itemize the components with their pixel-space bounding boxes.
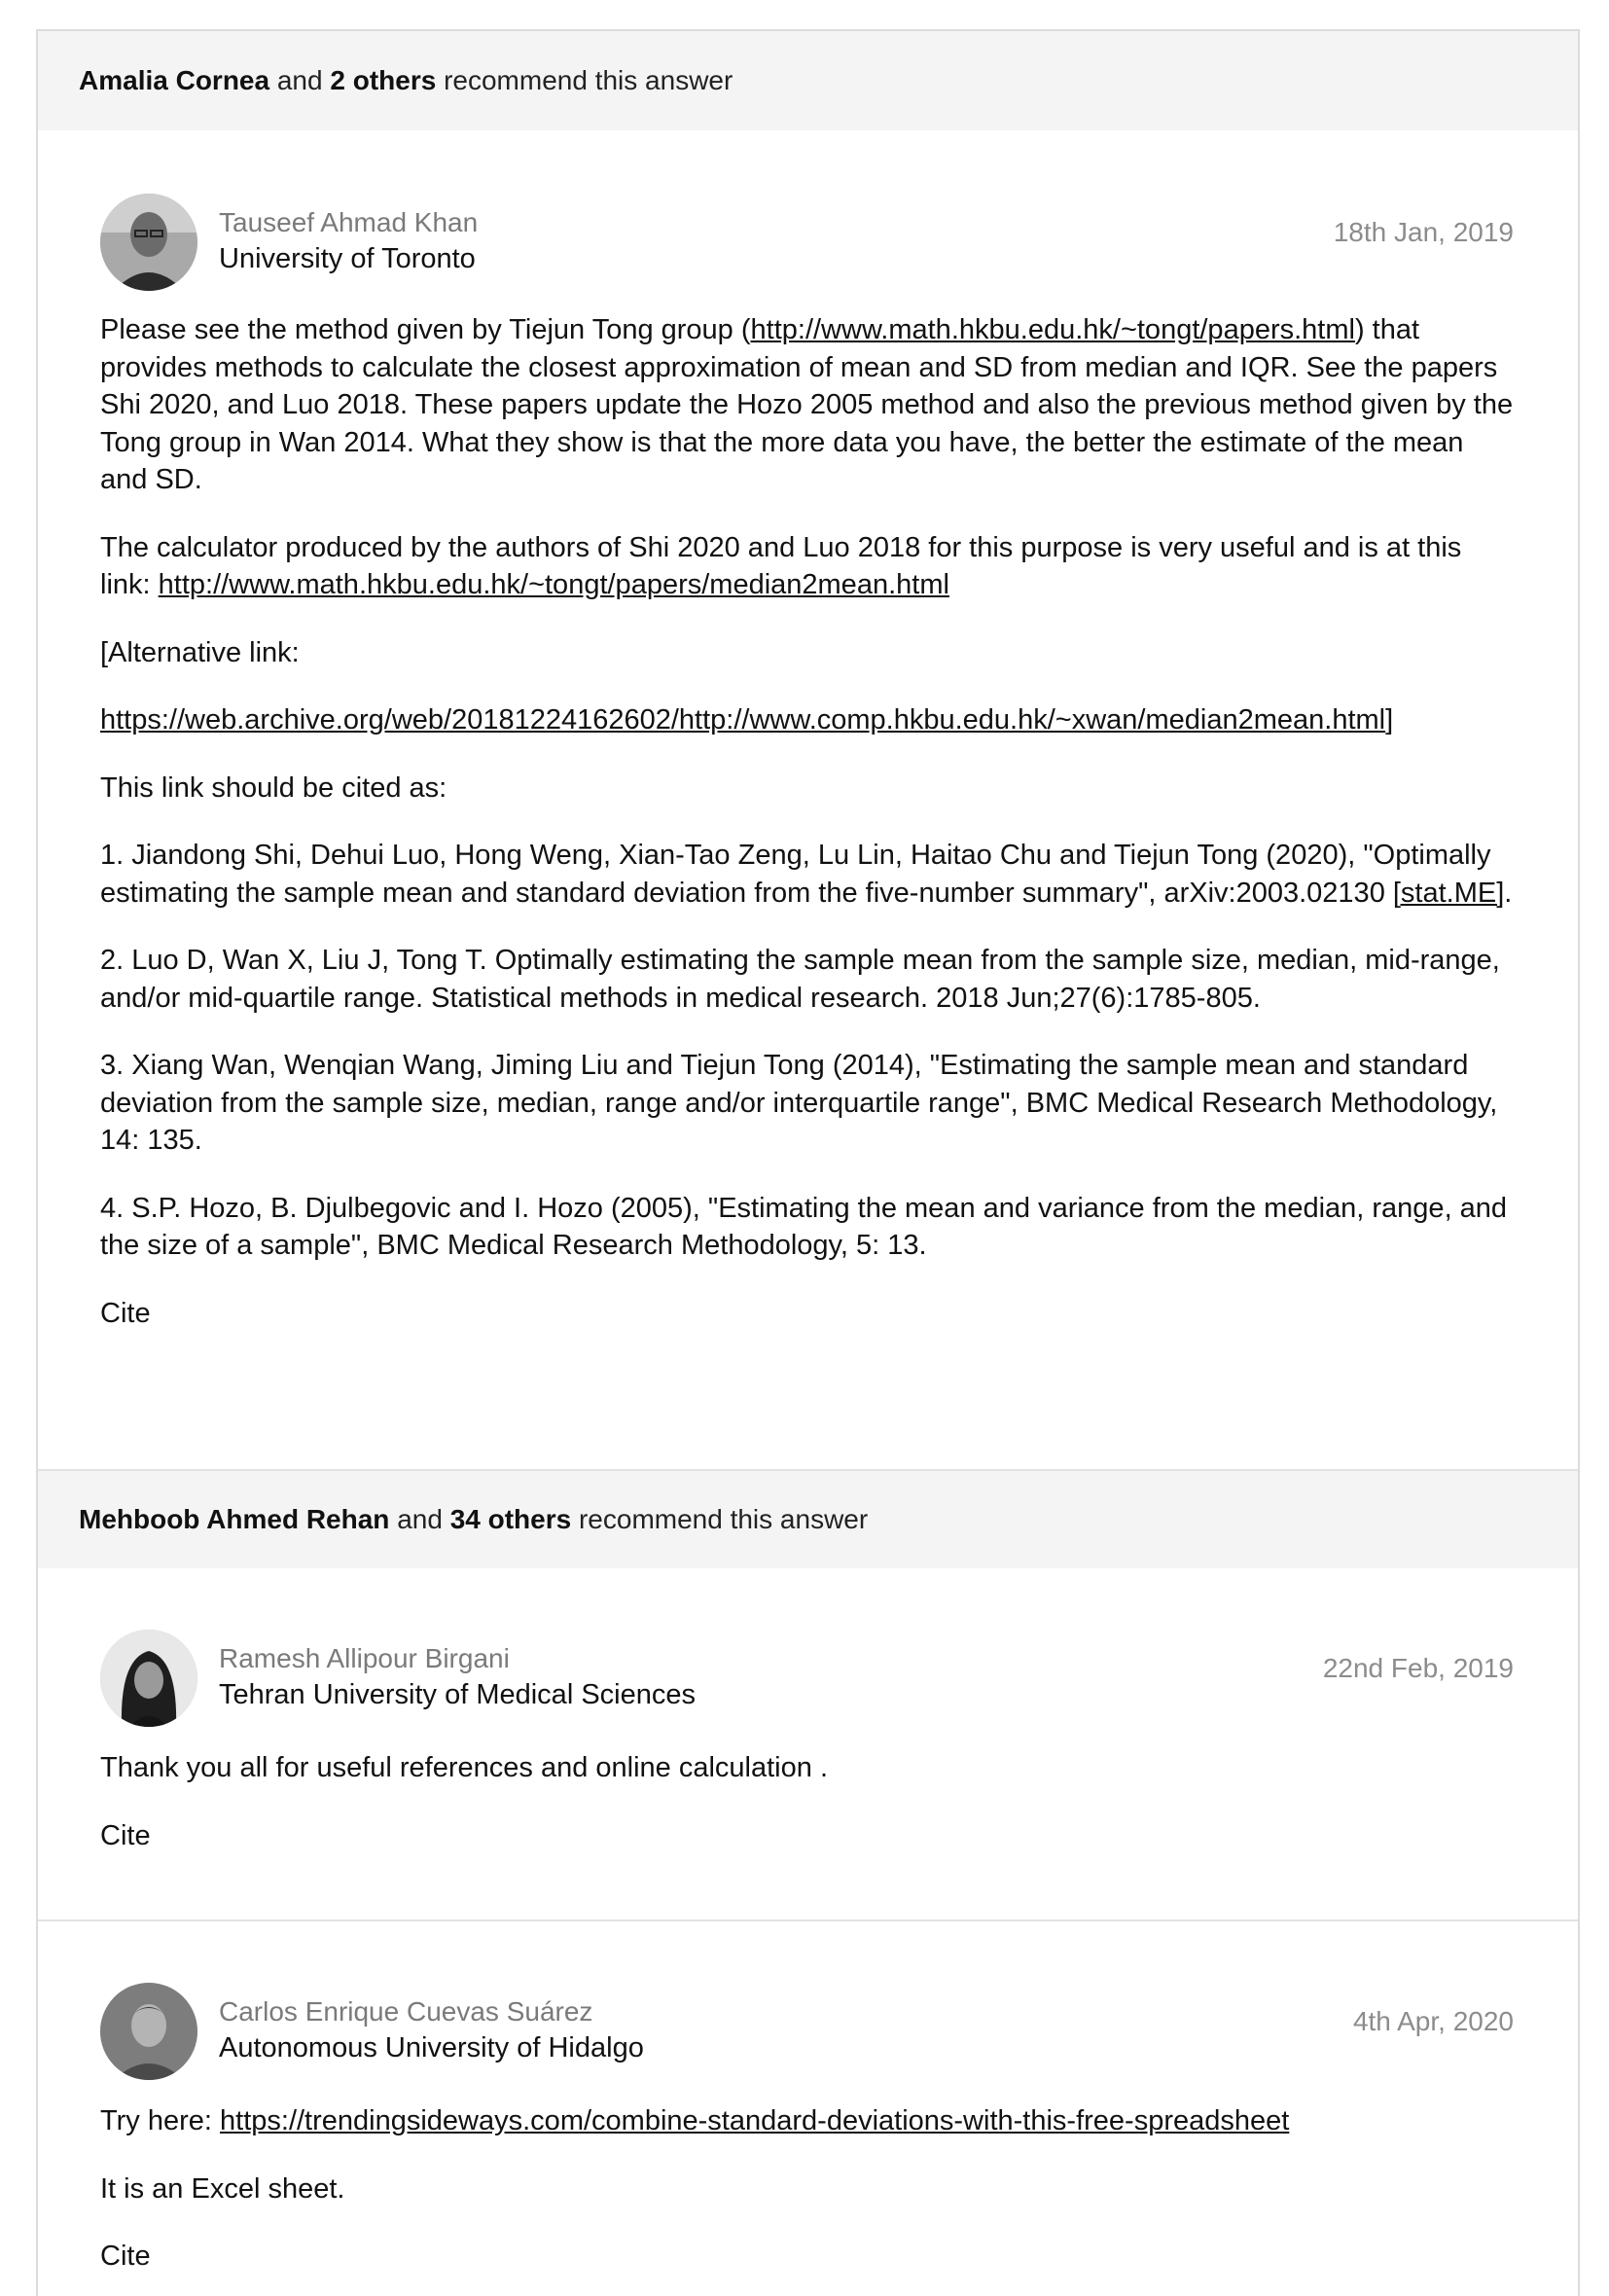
answer-body: Thank you all for useful references and … bbox=[100, 1749, 1514, 1854]
reference-item: 1. Jiandong Shi, Dehui Luo, Hong Weng, X… bbox=[100, 837, 1514, 912]
reference-item: 2. Luo D, Wan X, Liu J, Tong T. Optimall… bbox=[100, 945, 1500, 1014]
recommend-suffix: recommend this answer bbox=[444, 65, 733, 95]
answer-item: Ramesh Allipour Birgani Tehran Universit… bbox=[38, 1568, 1578, 1919]
author-institution[interactable]: University of Toronto bbox=[219, 240, 478, 277]
avatar[interactable] bbox=[100, 1983, 197, 2080]
answer-paragraph: This link should be cited as: bbox=[100, 771, 447, 804]
reference-text: . bbox=[1504, 877, 1513, 909]
papers-link[interactable]: http://www.math.hkbu.edu.hk/~tongt/paper… bbox=[751, 314, 1355, 345]
avatar[interactable] bbox=[100, 194, 197, 291]
answer-paragraph: It is an Excel sheet. bbox=[100, 2172, 345, 2205]
cite-button[interactable]: Cite bbox=[100, 2238, 1514, 2276]
archive-link[interactable]: https://web.archive.org/web/201812241626… bbox=[100, 704, 1385, 735]
author-institution[interactable]: Tehran University of Medical Sciences bbox=[219, 1676, 696, 1713]
answer-date: 18th Jan, 2019 bbox=[1333, 217, 1514, 247]
answer-body: Try here: https://trendingsideways.com/c… bbox=[100, 2102, 1514, 2276]
answer-paragraph: https://web.archive.org/web/201812241626… bbox=[100, 701, 1514, 739]
answer-paragraph: Thank you all for useful references and … bbox=[100, 1752, 828, 1783]
cite-button[interactable]: Cite bbox=[100, 1817, 1514, 1855]
calculator-link[interactable]: http://www.math.hkbu.edu.hk/~tongt/paper… bbox=[159, 569, 949, 600]
cite-button[interactable]: Cite bbox=[100, 1295, 1514, 1333]
avatar[interactable] bbox=[100, 1630, 197, 1727]
author-institution[interactable]: Autonomous University of Hidalgo bbox=[219, 2029, 644, 2066]
author-row: Ramesh Allipour Birgani Tehran Universit… bbox=[100, 1630, 1514, 1727]
recommender-name[interactable]: Amalia Cornea bbox=[79, 65, 269, 95]
author-name[interactable]: Carlos Enrique Cuevas Suárez bbox=[219, 1994, 644, 2029]
author-name[interactable]: Ramesh Allipour Birgani bbox=[219, 1641, 696, 1676]
paragraph-text: ] bbox=[1385, 704, 1394, 735]
answer-paragraph: The calculator produced by the authors o… bbox=[100, 529, 1514, 604]
recommend-suffix: recommend this answer bbox=[578, 1504, 869, 1534]
recommendation-bar: Amalia Cornea and 2 others recommend thi… bbox=[38, 31, 1578, 130]
paragraph-text: Please see the method given by Tiejun To… bbox=[100, 314, 751, 345]
answers-feed: Amalia Cornea and 2 others recommend thi… bbox=[36, 29, 1580, 2296]
answer-item: Carlos Enrique Cuevas Suárez Autonomous … bbox=[38, 1919, 1578, 2276]
reference-item: 3. Xiang Wan, Wenqian Wang, Jiming Liu a… bbox=[100, 1050, 1498, 1156]
reference-text: 1. Jiandong Shi, Dehui Luo, Hong Weng, X… bbox=[100, 840, 1491, 909]
recommender-count[interactable]: 34 others bbox=[450, 1504, 572, 1534]
recommend-and: and bbox=[276, 65, 323, 95]
recommend-and: and bbox=[397, 1504, 443, 1534]
paragraph-text: Try here: bbox=[100, 2105, 221, 2136]
answer-date: 4th Apr, 2020 bbox=[1352, 2006, 1514, 2036]
spreadsheet-link[interactable]: https://trendingsideways.com/combine-sta… bbox=[220, 2105, 1289, 2136]
answer-paragraph: Please see the method given by Tiejun To… bbox=[100, 311, 1514, 499]
stat-me-link[interactable]: [stat.ME] bbox=[1393, 878, 1504, 909]
answer-paragraph: [Alternative link: bbox=[100, 636, 300, 668]
answer-body: Please see the method given by Tiejun To… bbox=[100, 311, 1514, 1332]
recommender-count[interactable]: 2 others bbox=[330, 65, 436, 95]
answer-paragraph: Try here: https://trendingsideways.com/c… bbox=[100, 2102, 1514, 2140]
author-row: Carlos Enrique Cuevas Suárez Autonomous … bbox=[100, 1983, 1514, 2080]
author-name[interactable]: Tauseef Ahmad Khan bbox=[219, 205, 478, 240]
reference-item: 4. S.P. Hozo, B. Djulbegovic and I. Hozo… bbox=[100, 1192, 1508, 1262]
author-row: Tauseef Ahmad Khan University of Toronto… bbox=[100, 194, 1514, 291]
answer-date: 22nd Feb, 2019 bbox=[1322, 1653, 1514, 1683]
answer-item: Tauseef Ahmad Khan University of Toronto… bbox=[38, 130, 1578, 1469]
recommendation-bar: Mehboob Ahmed Rehan and 34 others recomm… bbox=[38, 1469, 1578, 1568]
recommender-name[interactable]: Mehboob Ahmed Rehan bbox=[79, 1504, 389, 1534]
